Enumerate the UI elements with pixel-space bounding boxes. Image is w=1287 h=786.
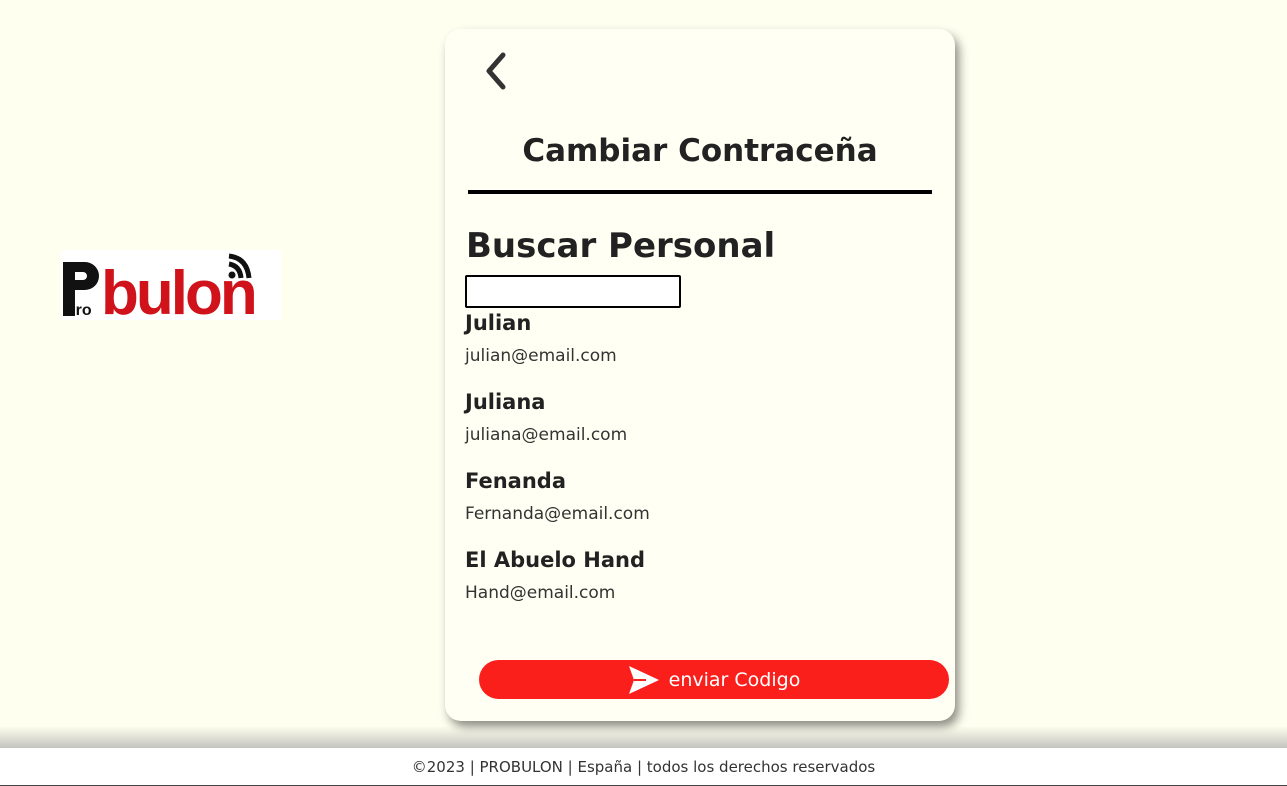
person-item[interactable]: Julian julian@email.com <box>465 310 617 367</box>
section-title: Buscar Personal <box>466 226 776 266</box>
person-name: Fenanda <box>465 469 567 493</box>
logo-prefix-text: Pro <box>65 302 92 319</box>
person-name: El Abuelo Hand <box>465 548 645 572</box>
person-name: Julian <box>465 311 532 335</box>
person-email: juliana@email.com <box>465 425 628 445</box>
footer-shadow <box>0 726 1287 748</box>
title-divider <box>468 190 932 194</box>
person-email: Fernanda@email.com <box>465 504 650 524</box>
send-code-button[interactable]: enviar Codigo <box>479 660 949 699</box>
person-email: Hand@email.com <box>465 583 616 603</box>
search-input[interactable] <box>465 275 681 308</box>
back-button[interactable] <box>481 49 511 93</box>
footer-text: ©2023 | PROBULON | España | todos los de… <box>411 758 876 776</box>
page-title: Cambiar Contraceña <box>522 133 878 169</box>
person-item[interactable]: Juliana juliana@email.com <box>465 389 627 446</box>
send-code-label: enviar Codigo <box>668 668 801 691</box>
probulon-logo: Pro bulon <box>61 250 281 320</box>
footer: ©2023 | PROBULON | España | todos los de… <box>0 748 1287 786</box>
page: Pro bulon Cambiar Contraceña Buscar Pers… <box>0 0 1287 786</box>
person-name: Juliana <box>465 390 546 414</box>
change-password-card: Cambiar Contraceña Buscar Personal Julia… <box>445 29 955 721</box>
person-item[interactable]: Fenanda Fernanda@email.com <box>465 468 650 525</box>
chevron-left-icon <box>486 52 506 90</box>
logo-main-text: bulon <box>101 259 255 320</box>
send-icon <box>628 665 660 695</box>
person-email: julian@email.com <box>465 346 617 366</box>
person-item[interactable]: El Abuelo Hand Hand@email.com <box>465 547 645 604</box>
